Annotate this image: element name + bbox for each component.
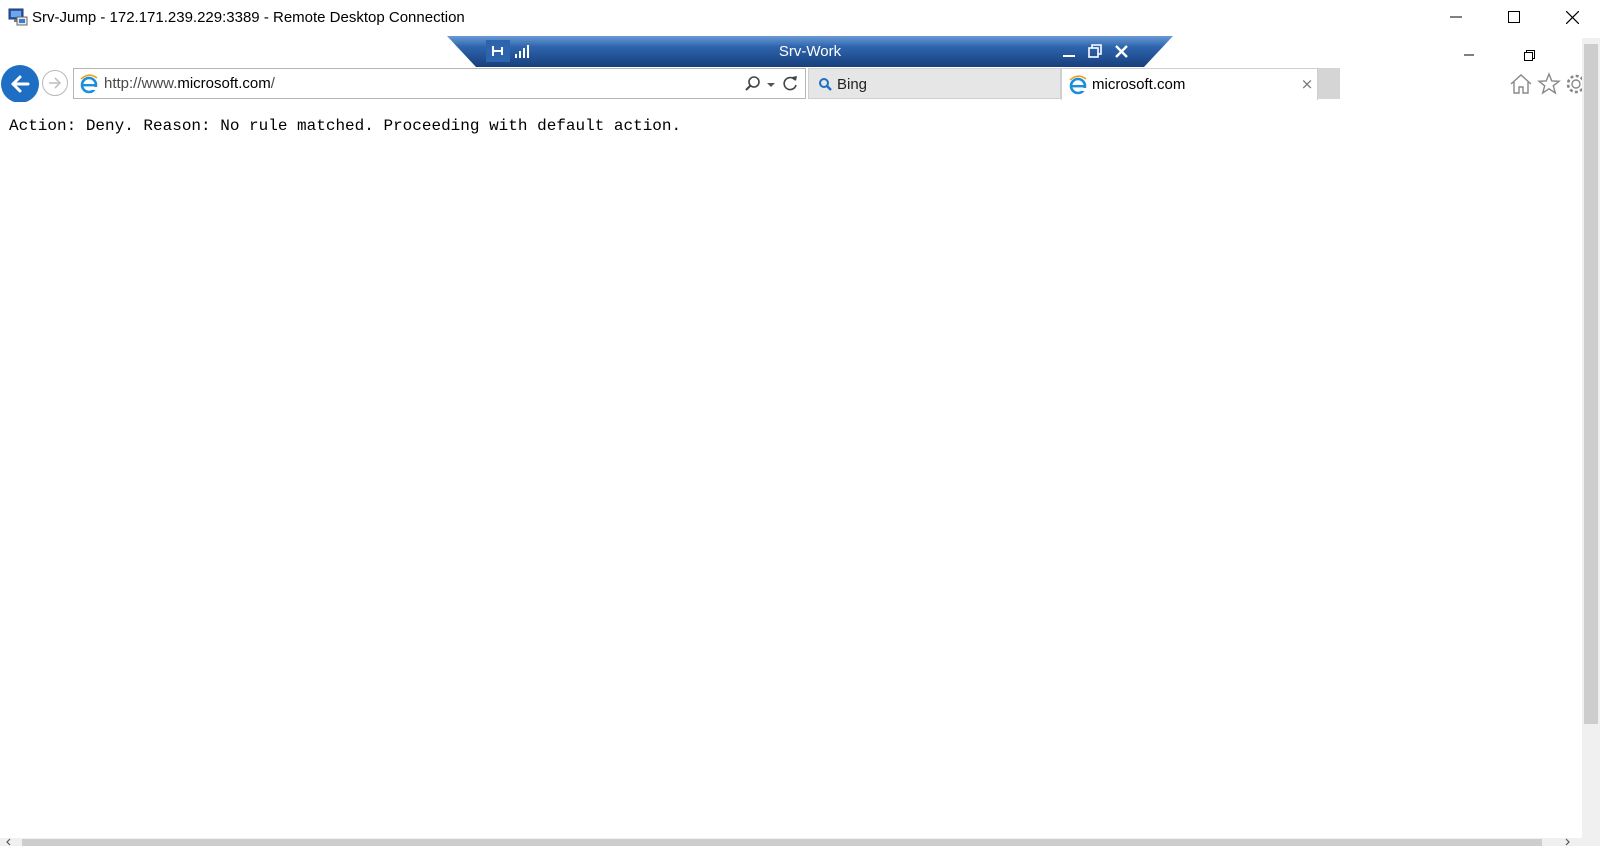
ie-logo-icon — [1069, 75, 1087, 95]
scrollbar-corner — [1582, 838, 1600, 846]
window-title: Srv-Jump - 172.171.239.229:3389 - Remote… — [32, 9, 465, 26]
remote-minimize-button[interactable] — [1059, 40, 1079, 62]
rdp-maximize-button[interactable] — [1486, 0, 1542, 34]
chevron-down-icon — [767, 83, 775, 87]
gear-icon — [1566, 74, 1584, 94]
new-tab-button[interactable] — [1318, 68, 1340, 99]
favorites-star-icon — [1537, 72, 1561, 95]
refresh-icon — [783, 76, 797, 91]
signal-strength-icon — [515, 45, 529, 58]
rdp-connection-bar: Srv-Work — [447, 36, 1173, 67]
close-icon — [1114, 44, 1128, 58]
rdp-titlebar: Srv-Jump - 172.171.239.229:3389 - Remote… — [0, 0, 1600, 36]
remote-close-button[interactable] — [1111, 40, 1131, 62]
favorites-button[interactable] — [1537, 72, 1561, 96]
browser-restore-button[interactable] — [1514, 43, 1544, 67]
back-button[interactable] — [1, 65, 39, 103]
ie-logo-icon — [80, 74, 98, 94]
rdp-minimize-button[interactable] — [1428, 0, 1484, 34]
url-host: microsoft.com — [177, 75, 271, 92]
page-content: Action: Deny. Reason: No rule matched. P… — [0, 102, 1582, 838]
tab-label: Bing — [837, 76, 868, 93]
horizontal-scrollbar[interactable] — [0, 838, 1582, 846]
home-button[interactable] — [1509, 72, 1533, 96]
browser-minimize-button[interactable] — [1454, 43, 1484, 67]
minimize-icon — [1063, 55, 1075, 57]
restore-icon — [1088, 44, 1102, 58]
address-search-button[interactable] — [742, 73, 764, 95]
tab-microsoft[interactable]: microsoft.com × — [1061, 68, 1318, 100]
vertical-scrollbar-thumb[interactable] — [1584, 44, 1598, 724]
restore-icon — [1524, 50, 1535, 61]
back-arrow-icon — [11, 75, 30, 93]
forward-button[interactable] — [42, 70, 68, 96]
page-message: Action: Deny. Reason: No rule matched. P… — [9, 117, 682, 135]
search-icon — [819, 78, 832, 91]
tools-button[interactable] — [1564, 72, 1584, 96]
minimize-icon — [1464, 54, 1474, 56]
tab-bing[interactable]: Bing — [808, 68, 1061, 99]
url-prefix: http://www. — [104, 75, 178, 92]
home-icon — [1510, 74, 1532, 94]
horizontal-scrollbar-thumb[interactable] — [22, 839, 1542, 846]
address-input[interactable]: http://www.microsoft.com/ — [104, 72, 704, 96]
pin-icon — [492, 46, 503, 56]
refresh-button[interactable] — [779, 73, 801, 95]
forward-arrow-icon — [49, 77, 62, 89]
maximize-icon — [1508, 11, 1520, 23]
tab-label: microsoft.com — [1092, 76, 1186, 93]
minimize-icon — [1450, 16, 1462, 18]
scroll-left-icon[interactable] — [4, 838, 14, 846]
vertical-scrollbar[interactable] — [1582, 38, 1600, 838]
rdp-close-button[interactable] — [1544, 0, 1600, 34]
tab-close-button[interactable]: × — [1298, 75, 1316, 93]
search-dropdown-button[interactable] — [764, 73, 778, 95]
url-suffix: / — [270, 75, 275, 92]
address-bar[interactable]: http://www.microsoft.com/ — [73, 68, 806, 99]
remote-desktop-icon — [8, 8, 28, 26]
connection-quality-button[interactable] — [512, 40, 532, 62]
scroll-right-icon[interactable] — [1562, 838, 1572, 846]
search-icon — [745, 76, 760, 91]
close-icon — [1565, 10, 1579, 24]
pin-connection-bar-button[interactable] — [486, 40, 510, 62]
remote-restore-button[interactable] — [1085, 40, 1105, 62]
